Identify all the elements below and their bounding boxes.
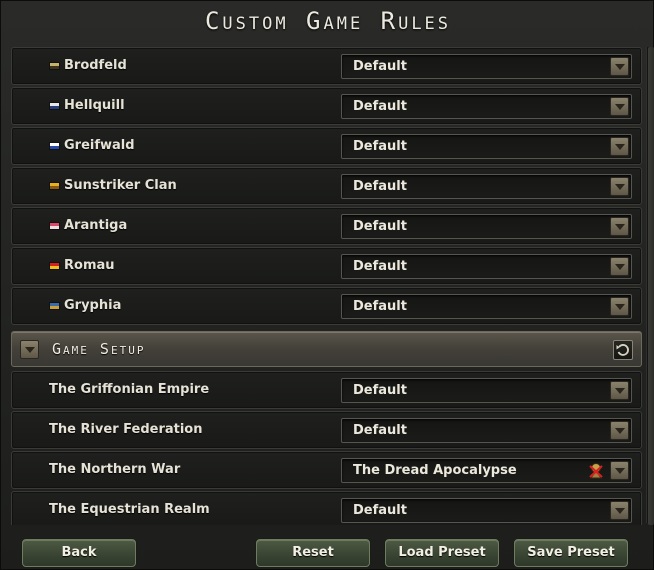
rule-row-sunstriker-clan: Sunstriker Clan Default [11, 167, 642, 205]
chevron-down-icon[interactable] [610, 501, 629, 520]
save-preset-button[interactable]: Save Preset [514, 539, 628, 567]
dropdown-value: Default [353, 423, 407, 438]
dropdown-value: Default [353, 299, 407, 314]
flag-icon [49, 102, 60, 110]
rule-label: Hellquill [64, 98, 125, 113]
chevron-down-icon[interactable] [610, 461, 629, 480]
flag-icon [49, 262, 60, 270]
rule-label: The Equestrian Realm [49, 502, 210, 517]
rule-row-hellquill: Hellquill Default [11, 87, 642, 125]
chevron-down-icon[interactable] [610, 177, 629, 196]
dropdown-value: Default [353, 383, 407, 398]
rule-label: Brodfeld [64, 58, 127, 73]
rule-row-equestrian-realm: The Equestrian Realm Default [11, 491, 642, 525]
scrollbar-thumb[interactable] [648, 47, 654, 525]
window-title: Custom Game Rules [204, 7, 452, 35]
chevron-down-icon[interactable] [610, 381, 629, 400]
rule-dropdown[interactable]: Default [341, 174, 632, 199]
flag-icon [49, 222, 60, 230]
rule-label: Arantiga [64, 218, 128, 233]
chevron-down-icon[interactable] [610, 97, 629, 116]
section-title: Game Setup [52, 340, 146, 358]
rule-label: Greifwald [64, 138, 135, 153]
reset-icon-glyph [616, 344, 629, 356]
chevron-down-icon[interactable] [610, 421, 629, 440]
rules-list: Brodfeld Default Hellquill Default Greif… [11, 47, 642, 525]
rule-row-northern-war: The Northern War The Dread Apocalypse [11, 451, 642, 489]
collapse-toggle-icon[interactable] [20, 340, 39, 359]
rule-dropdown[interactable]: Default [341, 254, 632, 279]
rule-dropdown[interactable]: The Dread Apocalypse [341, 458, 632, 483]
chevron-down-icon[interactable] [610, 217, 629, 236]
load-preset-button[interactable]: Load Preset [385, 539, 499, 567]
rule-row-brodfeld: Brodfeld Default [11, 47, 642, 85]
footer-bar: Back Reset Load Preset Save Preset [1, 531, 654, 570]
flag-icon [49, 62, 60, 70]
rule-row-arantiga: Arantiga Default [11, 207, 642, 245]
rule-label: Gryphia [64, 298, 122, 313]
chevron-down-icon[interactable] [610, 57, 629, 76]
scrollbar[interactable] [646, 47, 654, 525]
chevron-down-icon[interactable] [610, 297, 629, 316]
dropdown-value: Default [353, 99, 407, 114]
chevron-down-icon[interactable] [610, 257, 629, 276]
reset-button[interactable]: Reset [256, 539, 370, 567]
rule-dropdown[interactable]: Default [341, 214, 632, 239]
dropdown-value: Default [353, 179, 407, 194]
rule-label: The Northern War [49, 462, 181, 477]
dropdown-value: The Dread Apocalypse [353, 463, 517, 478]
rule-row-romau: Romau Default [11, 247, 642, 285]
dropdown-value: Default [353, 219, 407, 234]
rule-dropdown[interactable]: Default [341, 418, 632, 443]
reset-icon[interactable] [613, 340, 633, 360]
rule-label: Sunstriker Clan [64, 178, 177, 193]
warning-icon [587, 462, 605, 480]
flag-icon [49, 142, 60, 150]
dropdown-value: Default [353, 259, 407, 274]
rule-dropdown[interactable]: Default [341, 498, 632, 523]
rule-row-gryphia: Gryphia Default [11, 287, 642, 325]
rule-row-griffonian-empire: The Griffonian Empire Default [11, 371, 642, 409]
rule-dropdown[interactable]: Default [341, 294, 632, 319]
warning-icon-glyph [589, 463, 603, 479]
dropdown-value: Default [353, 503, 407, 518]
dropdown-value: Default [353, 139, 407, 154]
rule-label: The Griffonian Empire [49, 382, 210, 397]
dropdown-value: Default [353, 59, 407, 74]
rule-dropdown[interactable]: Default [341, 378, 632, 403]
rule-dropdown[interactable]: Default [341, 134, 632, 159]
section-header-game-setup[interactable]: Game Setup [11, 331, 642, 367]
custom-game-rules-window: Custom Game Rules Brodfeld Default Hellq… [0, 0, 654, 570]
flag-icon [49, 302, 60, 310]
rule-row-greifwald: Greifwald Default [11, 127, 642, 165]
back-button[interactable]: Back [22, 539, 136, 567]
rule-row-river-federation: The River Federation Default [11, 411, 642, 449]
rule-dropdown[interactable]: Default [341, 54, 632, 79]
rule-dropdown[interactable]: Default [341, 94, 632, 119]
chevron-down-icon[interactable] [610, 137, 629, 156]
rule-label: Romau [64, 258, 115, 273]
rule-label: The River Federation [49, 422, 203, 437]
flag-icon [49, 182, 60, 190]
